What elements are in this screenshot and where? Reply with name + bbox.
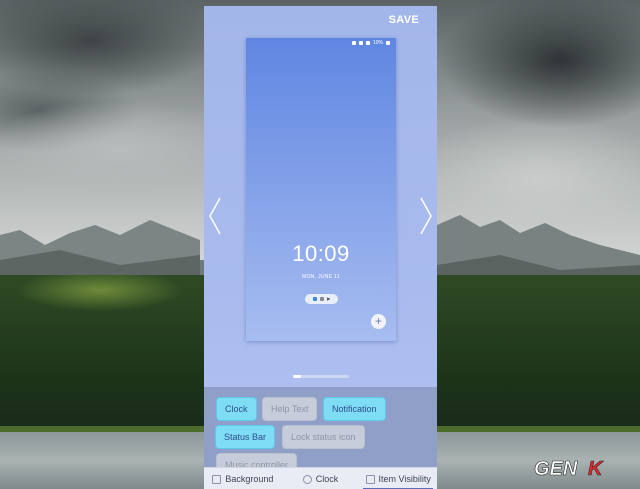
- bluetooth-icon: [351, 41, 356, 45]
- svg-text:GEN: GEN: [534, 458, 578, 480]
- eye-icon: [365, 474, 375, 484]
- toggle-clock[interactable]: Clock: [216, 397, 257, 421]
- toggle-notification[interactable]: Notification: [323, 397, 386, 421]
- previous-arrow-icon[interactable]: [208, 196, 222, 236]
- genk-logo: GEN K: [534, 458, 605, 481]
- toggle-help-text[interactable]: Help Text: [262, 397, 318, 421]
- editor-tabs: Background Clock Item Visibility: [204, 467, 437, 489]
- clock-icon: [302, 474, 312, 484]
- lock-screen-editor: SAVE 10% 10:09 MON, JUNE 11 + Clock Help…: [204, 6, 437, 489]
- notification-icons: [305, 294, 338, 304]
- toggle-status-bar[interactable]: Status Bar: [215, 425, 276, 449]
- tab-item-visibility[interactable]: Item Visibility: [359, 468, 437, 489]
- image-icon: [212, 474, 222, 484]
- save-button[interactable]: SAVE: [389, 14, 419, 26]
- vibrate-icon: [358, 41, 363, 45]
- battery-percent: 10%: [372, 40, 383, 46]
- lock-clock: 10:09: [292, 241, 350, 266]
- add-item-button[interactable]: +: [371, 314, 386, 329]
- battery-icon: [386, 41, 390, 45]
- svg-text:K: K: [588, 458, 604, 480]
- wifi-icon: [365, 41, 370, 45]
- users-icon: [319, 297, 324, 301]
- tab-background-label: Background: [225, 474, 274, 484]
- tab-item-visibility-label: Item Visibility: [378, 474, 431, 484]
- tab-clock-label: Clock: [315, 474, 339, 484]
- lock-date: MON, JUNE 11: [302, 274, 340, 280]
- toggle-lock-status-icon[interactable]: Lock status icon: [282, 425, 365, 449]
- status-bar-preview: 10%: [351, 40, 390, 46]
- lock-screen-preview: 10% 10:09 MON, JUNE 11 +: [246, 38, 396, 341]
- page-indicator: [293, 375, 349, 378]
- play-icon: [326, 297, 331, 301]
- message-icon: [312, 297, 317, 301]
- genk-watermark: GEN K: [532, 455, 630, 481]
- tab-clock[interactable]: Clock: [282, 468, 360, 489]
- page-indicator-active: [293, 375, 301, 378]
- next-arrow-icon[interactable]: [419, 196, 433, 236]
- tab-background[interactable]: Background: [204, 468, 282, 489]
